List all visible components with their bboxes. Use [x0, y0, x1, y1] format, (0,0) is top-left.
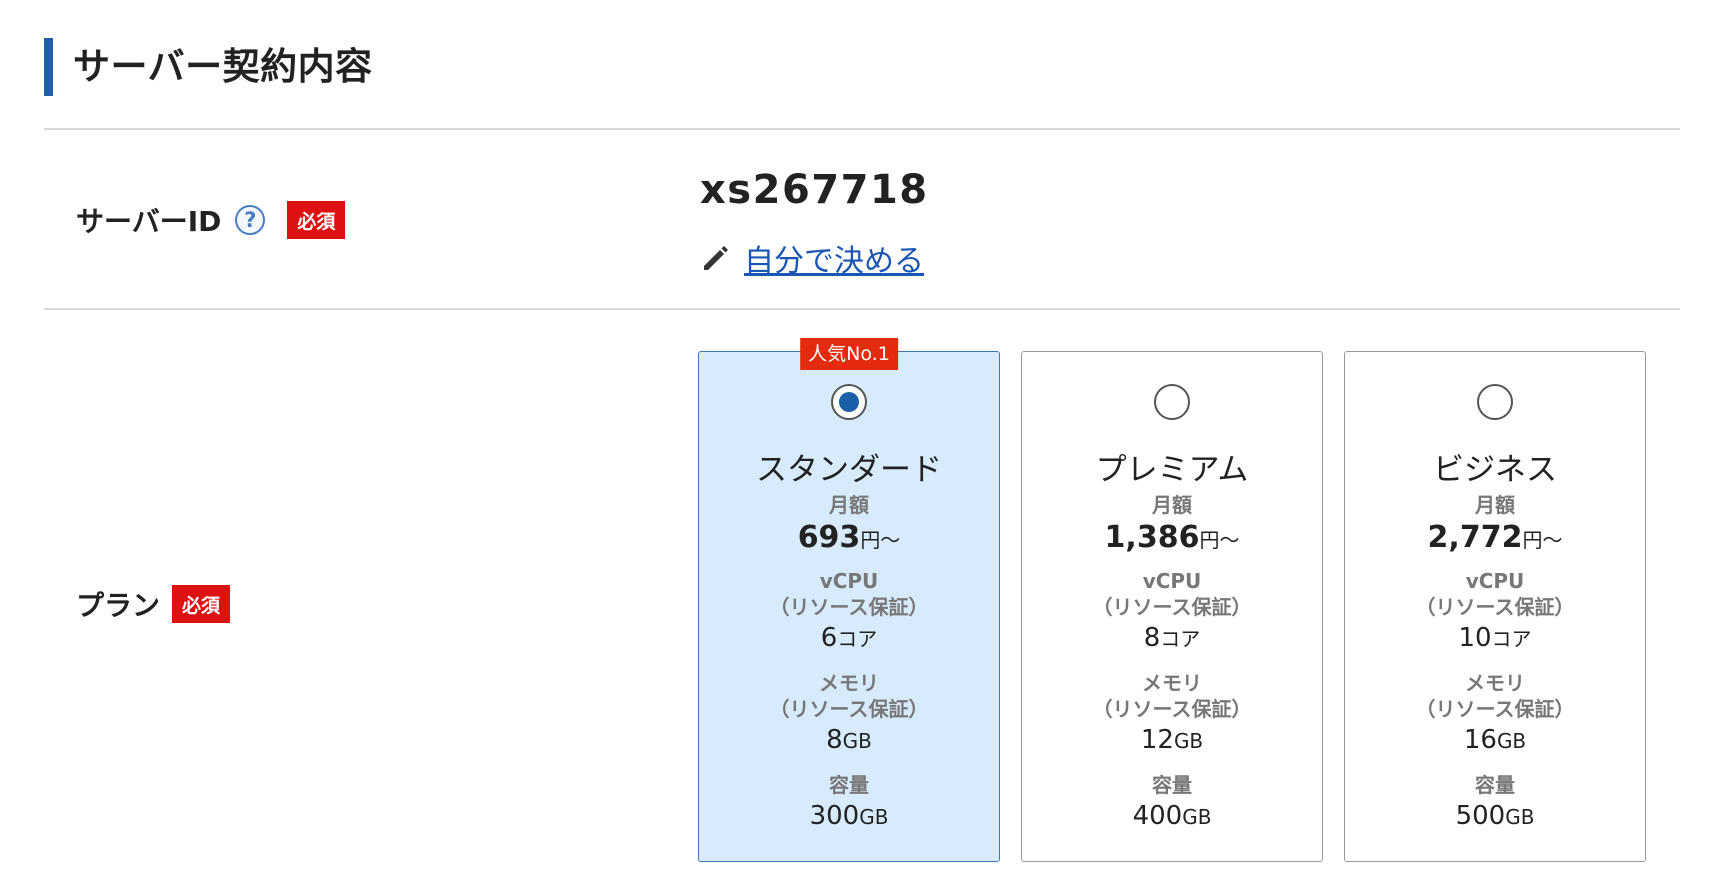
plan-radio-business[interactable] — [1477, 384, 1513, 420]
memory-value: 16GB — [1463, 725, 1527, 755]
storage-value: 300GB — [809, 801, 889, 831]
storage-label: 容量 — [1475, 773, 1515, 797]
required-badge: 必須 — [287, 201, 346, 239]
storage-value: 500GB — [1455, 801, 1535, 831]
plan-name: ビジネス — [1433, 452, 1557, 488]
popular-badge: 人気No.1 — [800, 338, 898, 370]
server-id-label-group: サーバーID ? 必須 — [76, 200, 346, 240]
vcpu-label: vCPU — [1142, 569, 1202, 593]
section-title: サーバー契約内容 — [44, 38, 373, 96]
price-value: 1,386円〜 — [1104, 520, 1240, 555]
guarantee-label: （リソース保証） — [769, 595, 929, 619]
vcpu-label: vCPU — [1465, 569, 1525, 593]
divider — [44, 308, 1680, 310]
memory-spec: メモリ （リソース保証） 12GB — [1022, 670, 1322, 759]
price-value: 693円〜 — [797, 520, 901, 555]
vcpu-spec: vCPU （リソース保証） 6コア — [699, 568, 999, 657]
divider — [44, 128, 1680, 130]
memory-spec: メモリ （リソース保証） 8GB — [699, 670, 999, 759]
vcpu-spec: vCPU （リソース保証） 8コア — [1022, 568, 1322, 657]
guarantee-label: （リソース保証） — [769, 697, 929, 721]
vcpu-value: 6コア — [820, 623, 878, 653]
guarantee-label: （リソース保証） — [1092, 697, 1252, 721]
memory-spec: メモリ （リソース保証） 16GB — [1345, 670, 1645, 759]
guarantee-label: （リソース保証） — [1415, 595, 1575, 619]
guarantee-label: （リソース保証） — [1092, 595, 1252, 619]
custom-id-link[interactable]: 自分で決める — [700, 236, 924, 280]
plan-card-standard[interactable]: 人気No.1 スタンダード 月額 693円〜 vCPU （リソース保証） 6コア… — [698, 338, 1000, 862]
price-label: 月額 — [1152, 493, 1192, 517]
server-id-value: xs267718 — [700, 167, 929, 213]
storage-label: 容量 — [829, 773, 869, 797]
price-label: 月額 — [829, 493, 869, 517]
server-contract-page: サーバー契約内容 サーバーID ? 必須 xs267718 自分で決める プラン… — [0, 0, 1710, 880]
vcpu-label: vCPU — [819, 569, 879, 593]
price-spec: 月額 2,772円〜 — [1345, 492, 1645, 560]
required-badge: 必須 — [172, 585, 231, 623]
question-circle-icon[interactable]: ? — [235, 205, 266, 235]
plan-radio-premium[interactable] — [1154, 384, 1190, 420]
memory-value: 12GB — [1140, 725, 1204, 755]
vcpu-value: 10コア — [1458, 623, 1532, 653]
vcpu-spec: vCPU （リソース保証） 10コア — [1345, 568, 1645, 657]
plan-card-business[interactable]: ビジネス 月額 2,772円〜 vCPU （リソース保証） 10コア メモリ （… — [1344, 351, 1646, 862]
vcpu-value: 8コア — [1143, 623, 1201, 653]
storage-spec: 容量 300GB — [699, 772, 999, 835]
plan-label-group: プラン 必須 — [76, 584, 231, 624]
storage-value: 400GB — [1132, 801, 1212, 831]
plan-name: プレミアム — [1095, 452, 1249, 488]
guarantee-label: （リソース保証） — [1415, 697, 1575, 721]
storage-label: 容量 — [1152, 773, 1192, 797]
custom-id-link-label[interactable]: 自分で決める — [744, 236, 924, 280]
plan-name: スタンダード — [756, 452, 942, 488]
plan-label: プラン — [76, 589, 161, 622]
plan-card-premium[interactable]: プレミアム 月額 1,386円〜 vCPU （リソース保証） 8コア メモリ （… — [1021, 351, 1323, 862]
memory-label: メモリ — [1142, 671, 1202, 695]
plan-radio-standard[interactable] — [831, 384, 867, 420]
price-value: 2,772円〜 — [1427, 520, 1563, 555]
pencil-icon — [704, 246, 728, 270]
storage-spec: 容量 500GB — [1345, 772, 1645, 835]
server-id-label: サーバーID — [76, 205, 222, 238]
storage-spec: 容量 400GB — [1022, 772, 1322, 835]
memory-label: メモリ — [819, 671, 879, 695]
price-spec: 月額 693円〜 — [699, 492, 999, 560]
price-label: 月額 — [1475, 493, 1515, 517]
price-spec: 月額 1,386円〜 — [1022, 492, 1322, 560]
memory-label: メモリ — [1465, 671, 1525, 695]
memory-value: 8GB — [826, 725, 872, 755]
